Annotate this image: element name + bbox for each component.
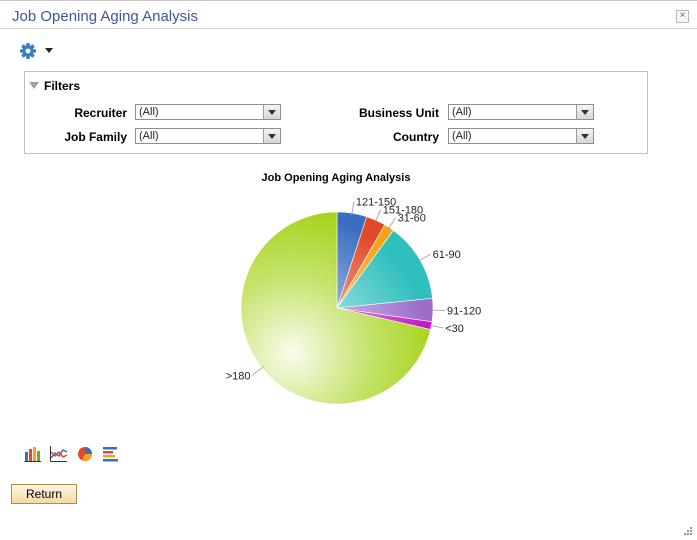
pie-label: 91-120 <box>447 305 481 317</box>
pie-leader-line <box>252 366 264 376</box>
horizontal-bar-chart-icon[interactable] <box>102 446 120 462</box>
pie-leader-line <box>418 253 431 262</box>
pie-label: 31-60 <box>398 212 426 224</box>
pie-chart-icon[interactable] <box>76 446 94 462</box>
bar-chart-icon[interactable] <box>24 446 42 462</box>
pie-chart: 121-150151-18031-6061-9091-120<30>180 <box>226 196 481 405</box>
pie-slices <box>240 211 434 405</box>
resize-grip-icon[interactable] <box>683 526 693 536</box>
pie-label: >180 <box>226 370 251 382</box>
pie-label: 61-90 <box>433 249 461 261</box>
line-chart-icon[interactable] <box>50 446 68 462</box>
pie-label: <30 <box>445 323 464 335</box>
pie-leader-line <box>374 209 382 223</box>
pie-leader-line <box>387 217 397 230</box>
return-button[interactable]: Return <box>11 484 77 504</box>
